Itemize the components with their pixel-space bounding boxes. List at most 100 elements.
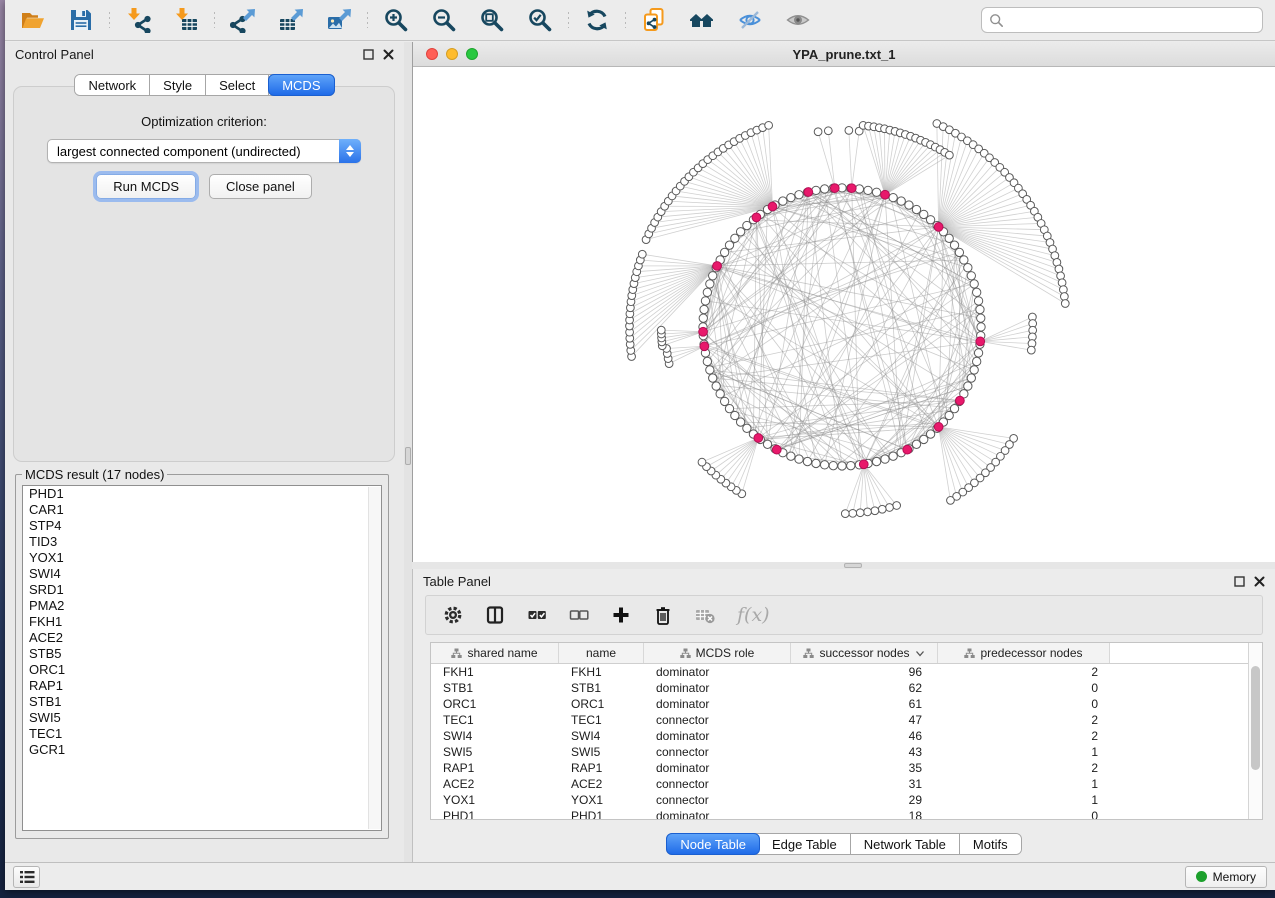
network-node[interactable]	[920, 435, 928, 443]
memory-button[interactable]: Memory	[1185, 866, 1267, 888]
network-node[interactable]	[700, 305, 708, 313]
table-settings-icon[interactable]	[443, 605, 463, 625]
search-input[interactable]	[1009, 13, 1255, 28]
network-node[interactable]	[912, 440, 920, 448]
mcds-result-item[interactable]: ACE2	[23, 630, 381, 646]
network-node[interactable]	[973, 357, 981, 365]
network-node[interactable]	[703, 357, 711, 365]
network-node[interactable]	[779, 197, 787, 205]
export-table-icon[interactable]	[277, 6, 305, 34]
tab-network[interactable]: Network	[75, 75, 150, 95]
table-row[interactable]: PHD1PHD1dominator180	[431, 808, 1262, 820]
network-node[interactable]	[720, 397, 728, 405]
network-node[interactable]	[812, 459, 820, 467]
mcds-result-item[interactable]: GCR1	[23, 742, 381, 758]
scrollbar-thumb[interactable]	[1251, 666, 1260, 770]
float-panel-icon[interactable]	[363, 49, 374, 60]
network-node[interactable]	[1061, 300, 1069, 308]
column-header-shared-name[interactable]: shared name	[431, 643, 559, 663]
network-node[interactable]	[699, 314, 707, 322]
criterion-dropdown[interactable]: largest connected component (undirected)	[47, 139, 361, 163]
network-node[interactable]	[706, 280, 714, 288]
network-node[interactable]	[967, 272, 975, 280]
network-node[interactable]	[912, 205, 920, 213]
network-node[interactable]	[709, 272, 717, 280]
network-node[interactable]	[1027, 346, 1035, 354]
network-node[interactable]	[701, 297, 709, 305]
mcds-result-list[interactable]: PHD1CAR1STP4TID3YOX1SWI4SRD1PMA2FKH1ACE2…	[22, 485, 382, 831]
float-panel-icon[interactable]	[1234, 576, 1245, 587]
network-node[interactable]	[976, 305, 984, 313]
network-node[interactable]	[787, 193, 795, 201]
splitter-handle[interactable]	[405, 447, 411, 465]
mcds-result-item[interactable]: SWI5	[23, 710, 381, 726]
mcds-result-item[interactable]: TEC1	[23, 726, 381, 742]
network-canvas[interactable]	[413, 67, 1275, 562]
zoom-selected-icon[interactable]	[526, 6, 554, 34]
network-node[interactable]	[905, 201, 913, 209]
network-node[interactable]	[893, 502, 901, 510]
open-session-icon[interactable]	[19, 6, 47, 34]
network-node[interactable]	[897, 197, 905, 205]
close-panel-icon[interactable]	[1254, 576, 1265, 587]
vertical-splitter[interactable]	[404, 42, 412, 862]
network-node[interactable]	[955, 248, 963, 256]
column-header-name[interactable]: name	[559, 643, 644, 663]
export-image-icon[interactable]	[325, 6, 353, 34]
network-node[interactable]	[709, 374, 717, 382]
tab-edge-table[interactable]: Edge Table	[759, 834, 851, 854]
network-node[interactable]	[838, 462, 846, 470]
network-node[interactable]	[716, 390, 724, 398]
mcds-result-item[interactable]: YOX1	[23, 550, 381, 566]
network-node[interactable]	[974, 297, 982, 305]
result-list-scrollbar[interactable]	[368, 487, 381, 829]
show-all-icon[interactable]	[784, 6, 812, 34]
close-panel-button[interactable]: Close panel	[209, 174, 312, 199]
import-network-icon[interactable]	[124, 6, 152, 34]
mcds-result-item[interactable]: TID3	[23, 534, 381, 550]
zoom-in-icon[interactable]	[382, 6, 410, 34]
network-node[interactable]	[712, 382, 720, 390]
network-node[interactable]	[945, 151, 953, 159]
network-hub-node[interactable]	[976, 337, 985, 346]
export-network-icon[interactable]	[229, 6, 257, 34]
network-node[interactable]	[814, 128, 822, 136]
network-node[interactable]	[970, 280, 978, 288]
network-node[interactable]	[765, 121, 773, 129]
network-node[interactable]	[849, 509, 857, 517]
table-scrollbar[interactable]	[1248, 643, 1262, 819]
table-row[interactable]: YOX1YOX1connector291	[431, 792, 1262, 808]
window-close-icon[interactable]	[426, 48, 438, 60]
network-node[interactable]	[847, 461, 855, 469]
splitter-handle[interactable]	[844, 563, 862, 568]
network-node[interactable]	[960, 256, 968, 264]
network-node[interactable]	[974, 349, 982, 357]
search-box[interactable]	[981, 7, 1263, 33]
network-node[interactable]	[889, 452, 897, 460]
mcds-result-item[interactable]: SWI4	[23, 566, 381, 582]
network-hub-node[interactable]	[713, 262, 722, 271]
network-node[interactable]	[872, 188, 880, 196]
network-node[interactable]	[856, 509, 864, 517]
network-node[interactable]	[725, 404, 733, 412]
network-node[interactable]	[638, 250, 646, 258]
network-node[interactable]	[824, 127, 832, 135]
network-node[interactable]	[698, 458, 706, 466]
run-mcds-button[interactable]: Run MCDS	[96, 174, 196, 199]
network-node[interactable]	[886, 504, 894, 512]
window-minimize-icon[interactable]	[446, 48, 458, 60]
network-node[interactable]	[706, 366, 714, 374]
import-table-icon[interactable]	[172, 6, 200, 34]
network-node[interactable]	[973, 288, 981, 296]
mcds-result-item[interactable]: PMA2	[23, 598, 381, 614]
network-node[interactable]	[881, 455, 889, 463]
network-node[interactable]	[795, 455, 803, 463]
network-hub-node[interactable]	[847, 184, 856, 193]
network-hub-node[interactable]	[700, 342, 709, 351]
table-row[interactable]: TEC1TEC1connector472	[431, 712, 1262, 728]
mcds-result-item[interactable]: FKH1	[23, 614, 381, 630]
select-all-rows-icon[interactable]	[527, 605, 547, 625]
window-zoom-icon[interactable]	[466, 48, 478, 60]
tab-network-table[interactable]: Network Table	[851, 834, 960, 854]
network-node[interactable]	[845, 127, 853, 135]
